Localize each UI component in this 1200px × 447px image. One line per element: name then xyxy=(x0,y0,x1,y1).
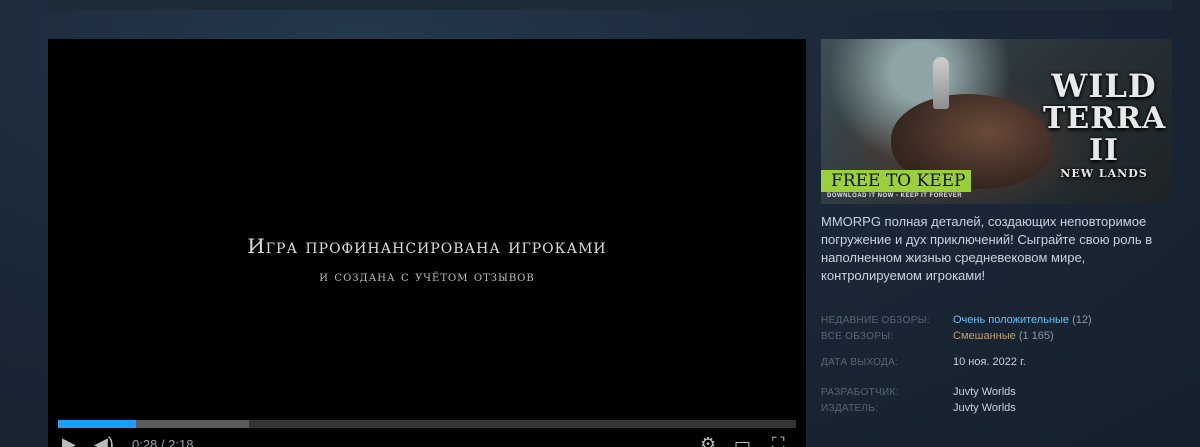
all-reviews-row: ВСЕ ОБЗОРЫ: Смешанные (1 165) xyxy=(821,329,1172,345)
game-info: НЕДАВНИЕ ОБЗОРЫ: Очень положительные (12… xyxy=(821,313,1172,417)
video-progress-bar[interactable] xyxy=(58,420,796,428)
release-date-row: ДАТА ВЫХОДА: 10 ноя. 2022 г. xyxy=(821,355,1172,371)
publisher-row: ИЗДАТЕЛЬ: Juvty Worlds xyxy=(821,401,1172,417)
all-reviews-value[interactable]: Смешанные (1 165) xyxy=(953,330,1054,342)
game-logo: WILD TERRA II NEW LANDS xyxy=(1043,67,1167,180)
publisher-label: ИЗДАТЕЛЬ: xyxy=(821,403,879,414)
top-bar xyxy=(48,0,1172,10)
video-controls: ▶ ◀) 0:28 / 2:18 ⚙ ▭ ⛶ xyxy=(48,435,806,447)
developer-link[interactable]: Juvty Worlds xyxy=(953,386,1016,398)
settings-icon[interactable]: ⚙ xyxy=(700,435,716,447)
publisher-link[interactable]: Juvty Worlds xyxy=(953,402,1016,414)
rider-artwork xyxy=(933,57,949,109)
autoplay-icon[interactable]: ▭ xyxy=(734,435,751,447)
developer-row: РАЗРАБОТЧИК: Juvty Worlds xyxy=(821,385,1172,401)
video-caption-line1: Игра профинансирована игроками xyxy=(247,234,607,258)
free-to-keep-badge: FREE TO KEEP xyxy=(821,170,971,192)
volume-icon[interactable]: ◀) xyxy=(94,435,114,447)
video-played-bar xyxy=(58,420,137,428)
game-description: MMORPG полная деталей, создающих неповто… xyxy=(821,214,1153,283)
video-time: 0:28 / 2:18 xyxy=(132,437,194,447)
game-sidebar: WILD TERRA II NEW LANDS FREE TO KEEP DOW… xyxy=(821,39,1172,417)
video-caption-line2: и создана с учётом отзывов xyxy=(319,269,535,285)
recent-reviews-label: НЕДАВНИЕ ОБЗОРЫ: xyxy=(821,315,930,326)
recent-reviews-row: НЕДАВНИЕ ОБЗОРЫ: Очень положительные (12… xyxy=(821,313,1172,329)
fullscreen-icon[interactable]: ⛶ xyxy=(772,435,785,447)
release-date-label: ДАТА ВЫХОДА: xyxy=(821,357,899,368)
video-player[interactable]: Игра профинансирована игроками и создана… xyxy=(48,39,806,447)
developer-label: РАЗРАБОТЧИК: xyxy=(821,387,899,398)
play-icon[interactable]: ▶ xyxy=(62,435,76,447)
free-to-keep-subtitle: DOWNLOAD IT NOW - KEEP IT FOREVER xyxy=(827,193,963,199)
recent-reviews-value[interactable]: Очень положительные (12) xyxy=(953,314,1092,326)
all-reviews-label: ВСЕ ОБЗОРЫ: xyxy=(821,331,894,342)
game-header-image[interactable]: WILD TERRA II NEW LANDS FREE TO KEEP DOW… xyxy=(821,39,1172,204)
release-date-value: 10 ноя. 2022 г. xyxy=(953,356,1026,368)
